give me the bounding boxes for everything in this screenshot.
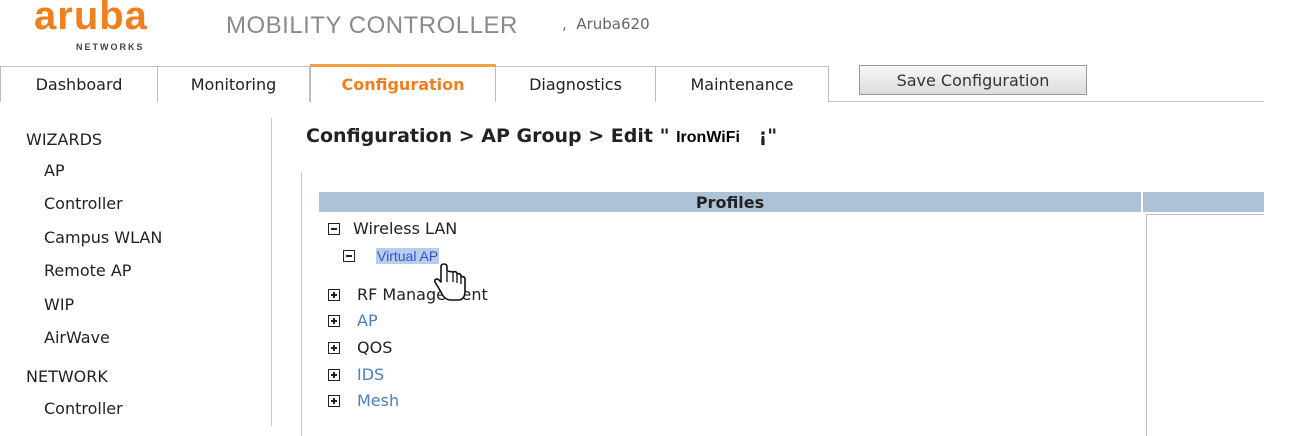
expand-icon[interactable] — [328, 341, 340, 354]
tab-monitoring[interactable]: Monitoring — [157, 66, 310, 102]
tab-dashboard[interactable]: Dashboard — [0, 66, 158, 102]
profiles-header: Profiles — [319, 192, 1141, 212]
sidebar-item-campus-wlan[interactable]: Campus WLAN — [44, 228, 162, 247]
breadcrumb-prefix: Configuration > AP Group > Edit " — [306, 125, 670, 147]
tab-maintenance[interactable]: Maintenance — [655, 66, 829, 102]
sidebar-item-ap[interactable]: AP — [44, 161, 65, 180]
hostname-separator: , — [562, 15, 567, 33]
hand-pointer-icon — [434, 263, 466, 301]
hostname-label: Aruba620 — [576, 15, 650, 33]
sidebar-nav: WIZARDS AP Controller Campus WLAN Remote… — [0, 118, 272, 436]
sidebar-item-airwave[interactable]: AirWave — [44, 328, 110, 347]
sidebar-item-controller[interactable]: Controller — [44, 194, 123, 213]
expand-icon[interactable] — [328, 394, 340, 407]
tree-item-ids[interactable]: IDS — [328, 365, 384, 384]
tree-item-ap[interactable]: AP — [328, 311, 378, 330]
collapse-icon[interactable] — [343, 250, 355, 262]
main-tab-bar: Dashboard Monitoring Configuration Diagn… — [0, 64, 1299, 102]
collapse-icon[interactable] — [328, 222, 340, 235]
page-title: Configuration > AP Group > Edit " IronWi… — [306, 125, 777, 147]
sidebar-section-wizards[interactable]: WIZARDS — [26, 130, 102, 149]
product-title: MOBILITY CONTROLLER — [226, 12, 518, 39]
breadcrumb-suffix: ¡" — [758, 125, 778, 147]
tree-item-label[interactable]: Virtual AP — [376, 248, 440, 264]
tree-item-label[interactable]: Wireless LAN — [353, 219, 457, 238]
tree-item-label[interactable]: QOS — [357, 338, 392, 357]
expand-icon[interactable] — [328, 314, 340, 327]
ap-group-name: IronWiFi — [676, 129, 740, 146]
tab-configuration[interactable]: Configuration — [310, 64, 496, 102]
tree-item-label[interactable]: RF Management — [357, 285, 488, 304]
tree-item-label[interactable]: AP — [357, 311, 378, 330]
logo-wordmark: aruba — [34, 0, 148, 38]
controller-hostname: , Aruba620 — [562, 15, 650, 33]
details-panel — [1146, 214, 1264, 436]
logo-subtext: NETWORKS — [76, 42, 145, 52]
tree-item-qos[interactable]: QOS — [328, 338, 392, 357]
tree-item-virtual-ap[interactable]: Virtual AP — [343, 248, 440, 264]
sidebar-item-network-controller[interactable]: Controller — [44, 399, 123, 418]
content-divider — [301, 172, 302, 436]
expand-icon[interactable] — [328, 368, 340, 381]
expand-icon[interactable] — [328, 288, 340, 301]
save-configuration-button[interactable]: Save Configuration — [859, 65, 1087, 95]
sidebar-section-network[interactable]: NETWORK — [26, 367, 108, 386]
details-header — [1143, 192, 1264, 212]
tree-item-label[interactable]: IDS — [357, 365, 384, 384]
tree-item-label[interactable]: Mesh — [357, 391, 399, 410]
sidebar-divider — [271, 118, 272, 426]
tab-diagnostics[interactable]: Diagnostics — [495, 66, 656, 102]
sidebar-item-remote-ap[interactable]: Remote AP — [44, 261, 131, 280]
tree-item-wireless-lan[interactable]: Wireless LAN — [328, 219, 457, 238]
sidebar-item-wip[interactable]: WIP — [44, 295, 74, 314]
tree-item-mesh[interactable]: Mesh — [328, 391, 399, 410]
aruba-logo: aruba NETWORKS — [34, 0, 194, 52]
